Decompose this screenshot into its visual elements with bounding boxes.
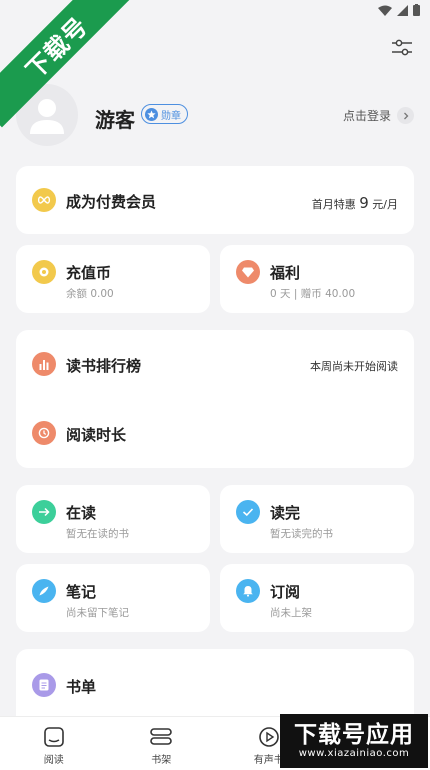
notes-title: 笔记 [66, 583, 97, 601]
medal-icon [145, 107, 158, 121]
battery-icon [413, 4, 420, 16]
price-suffix: 元/月 [372, 198, 398, 211]
check-icon [236, 500, 260, 524]
sliders-icon [392, 39, 412, 56]
status-bar [0, 0, 430, 22]
finished-title: 读完 [270, 504, 301, 522]
default-user-icon [30, 99, 64, 134]
arrow-right-icon [32, 500, 56, 524]
username: 游客 [95, 108, 135, 132]
price-prefix: 首月特惠 [311, 198, 356, 211]
tab-audio[interactable]: 有声书 [215, 717, 323, 770]
recharge-card[interactable]: 充值币 余额 0.00 [16, 245, 210, 313]
feather-pen-icon [32, 579, 56, 603]
bar-chart-icon [32, 352, 56, 376]
medal-badge[interactable]: 勋章 [141, 104, 188, 124]
bell-icon [236, 579, 260, 603]
finished-sub: 暂无读完的书 [270, 528, 333, 540]
tab-reader-label: 阅读 [43, 755, 64, 766]
settings-filter-button[interactable] [390, 36, 414, 60]
signal-icon [397, 4, 408, 16]
price-value: 9 [359, 194, 369, 212]
ranking-status: 本周尚未开始阅读 [310, 360, 398, 373]
membership-price: 首月特惠 9 元/月 [312, 194, 398, 212]
finished-card[interactable]: 读完 暂无读完的书 [220, 485, 414, 553]
document-list-icon [32, 673, 56, 697]
reading-card[interactable]: 在读 暂无在读的书 [16, 485, 210, 553]
recharge-balance: 余额 0.00 [66, 288, 114, 300]
clock-icon [32, 421, 56, 445]
avatar[interactable] [16, 84, 78, 146]
tab-audio-label: 有声书 [253, 755, 284, 766]
ranking-row[interactable]: 读书排行榜 本周尚未开始阅读 [16, 330, 414, 399]
notes-sub: 尚未留下笔记 [66, 607, 129, 619]
tab-reader[interactable]: 阅读 [0, 717, 108, 770]
booklist-title: 书单 [66, 678, 97, 696]
infinity-icon [32, 188, 56, 212]
profile-header: 游客 勋章 点击登录 [16, 84, 414, 148]
wifi-icon [378, 5, 392, 16]
chevron-right-icon [397, 107, 414, 124]
reading-title: 在读 [66, 504, 97, 522]
tab-bookshelf-label: 书架 [151, 755, 172, 766]
reading-sub: 暂无在读的书 [66, 528, 129, 540]
bookshelf-icon [150, 728, 173, 745]
recharge-title: 充值币 [66, 264, 112, 282]
reading-stats-card: 读书排行榜 本周尚未开始阅读 阅读时长 [16, 330, 414, 468]
login-link[interactable]: 点击登录 [343, 107, 414, 124]
audio-icon [258, 727, 279, 747]
reading-time-row[interactable]: 阅读时长 [16, 399, 414, 468]
ranking-title: 读书排行榜 [66, 357, 142, 375]
welfare-detail: 0 天 | 赠币 40.00 [270, 288, 356, 300]
login-label: 点击登录 [342, 109, 391, 123]
subscriptions-sub: 尚未上架 [270, 607, 312, 619]
notes-card[interactable]: 笔记 尚未留下笔记 [16, 564, 210, 632]
welfare-title: 福利 [270, 264, 301, 282]
gem-icon [236, 260, 260, 284]
medal-badge-label: 勋章 [161, 110, 181, 122]
tab-placeholder [323, 717, 430, 770]
subscriptions-title: 订阅 [270, 583, 301, 601]
tab-bookshelf[interactable]: 书架 [108, 717, 216, 770]
membership-title: 成为付费会员 [66, 193, 157, 211]
membership-card[interactable]: 成为付费会员 首月特惠 9 元/月 [16, 166, 414, 234]
reader-icon [43, 727, 64, 747]
reading-time-title: 阅读时长 [66, 426, 127, 444]
subscriptions-card[interactable]: 订阅 尚未上架 [220, 564, 414, 632]
welfare-card[interactable]: 福利 0 天 | 赠币 40.00 [220, 245, 414, 313]
coin-icon [32, 260, 56, 284]
bottom-tab-bar: 阅读 书架 有声书 [0, 716, 430, 770]
